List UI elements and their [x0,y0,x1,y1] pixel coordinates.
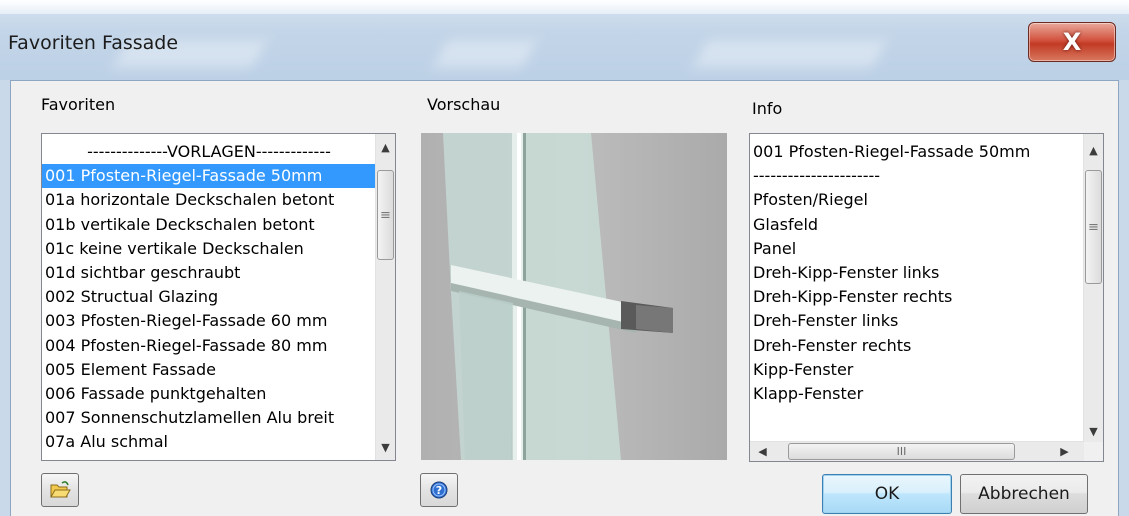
info-line: Dreh-Fenster links [753,311,899,331]
list-item[interactable]: 01c keine vertikale Deckschalen [42,237,376,261]
list-item[interactable]: 002 Structual Glazing [42,285,376,309]
close-button[interactable]: X [1028,22,1116,62]
favorites-scrollbar[interactable]: ▲ ≡ ▼ [375,134,395,460]
info-line: 001 Pfosten-Riegel-Fassade 50mm [753,142,1031,161]
favorites-list[interactable]: --------------VORLAGEN------------- 001 … [41,133,396,461]
info-items: 001 Pfosten-Riegel-Fassade 50mm --------… [750,140,1084,441]
folder-open-icon [50,481,71,498]
help-button[interactable]: ? [420,473,458,507]
help-icon: ? [430,481,448,499]
thumb-grip: III [896,445,907,458]
scroll-down-icon[interactable]: ▼ [376,437,395,457]
list-item[interactable]: 01d sichtbar geschraubt [42,261,376,285]
scroll-down-icon[interactable]: ▼ [1084,421,1103,441]
cancel-button[interactable]: Abbrechen [960,474,1088,514]
scroll-thumb[interactable]: ≡ [1085,170,1102,284]
list-item[interactable]: 01b vertikale Deckschalen betont [42,213,376,237]
list-item[interactable]: 004 Pfosten-Riegel-Fassade 80 mm [42,334,376,358]
list-item[interactable]: 07a Alu schmal [42,430,376,454]
favorites-label: Favoriten [41,95,116,114]
info-line: Dreh-Kipp-Fenster rechts [753,287,953,307]
preview-image [421,133,727,460]
list-item-selected[interactable]: 001 Pfosten-Riegel-Fassade 50mm [42,164,376,189]
list-item[interactable]: --------------VORLAGEN------------- [42,140,376,164]
info-line: Pfosten/Riegel [753,190,868,210]
list-item[interactable]: 01a horizontale Deckschalen betont [42,188,376,212]
favorites-items: --------------VORLAGEN------------- 001 … [42,140,376,460]
info-line: Panel [753,238,797,258]
info-hscrollbar[interactable]: ◀ III ▶ [750,441,1084,461]
list-item[interactable]: 007 Sonnenschutzlamellen Alu breit [42,406,376,430]
scroll-right-icon[interactable]: ▶ [1055,442,1074,461]
info-line: ---------------------- [753,166,881,186]
info-line: Dreh-Kipp-Fenster links [753,262,940,282]
scroll-thumb[interactable]: ≡ [377,170,394,260]
scroll-left-icon[interactable]: ◀ [753,442,772,461]
info-line: Klapp-Fenster [753,383,864,403]
ok-button[interactable]: OK [822,474,952,514]
info-line: Glasfeld [753,214,819,234]
scroll-corner [1084,442,1103,461]
info-line: Kipp-Fenster [753,359,854,379]
glass-streak [693,40,887,68]
open-folder-button[interactable] [41,473,79,507]
info-line: Dreh-Fenster rechts [753,335,912,355]
list-item[interactable]: 006 Fassade punktgehalten [42,382,376,406]
facade-preview-icon [421,133,727,460]
info-list[interactable]: 001 Pfosten-Riegel-Fassade 50mm --------… [749,133,1104,462]
list-item[interactable]: 003 Pfosten-Riegel-Fassade 60 mm [42,309,376,333]
list-item[interactable]: 005 Element Fassade [42,358,376,382]
info-label: Info [752,99,783,118]
scroll-up-icon[interactable]: ▲ [1084,140,1103,160]
window-title: Favoriten Fassade [8,32,179,54]
preview-label: Vorschau [427,95,501,114]
svg-text:?: ? [436,484,442,497]
glass-streak [433,40,537,68]
scroll-thumb-horizontal[interactable]: III [788,443,1015,460]
scroll-up-icon[interactable]: ▲ [376,137,395,157]
close-icon: X [1062,28,1082,56]
info-vscrollbar[interactable]: ▲ ≡ ▼ [1083,134,1103,442]
title-bar[interactable]: Favoriten Fassade X [0,0,1129,80]
